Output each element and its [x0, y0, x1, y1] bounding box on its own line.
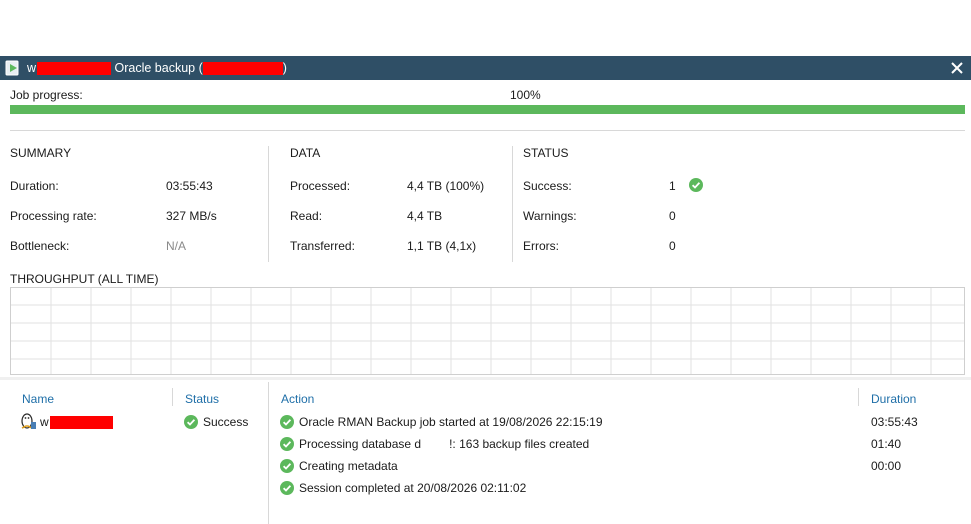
- column-header-status[interactable]: Status: [185, 392, 219, 406]
- processed-value: 4,4 TB (100%): [407, 179, 485, 193]
- log-action: Processing database d !: 163 backup files…: [299, 437, 589, 451]
- column-divider[interactable]: [172, 388, 173, 406]
- warnings-label: Warnings:: [523, 209, 577, 223]
- throughput-heading: THROUGHPUT (ALL TIME): [10, 272, 159, 286]
- processed-label: Processed:: [290, 179, 351, 193]
- bottleneck-value: N/A: [166, 239, 187, 253]
- log-duration: 00:00: [871, 459, 902, 473]
- section-divider: [268, 146, 269, 262]
- linux-server-icon: [21, 413, 36, 429]
- job-progress-label: Job progress:: [10, 88, 83, 102]
- object-status: Success: [203, 415, 249, 429]
- column-divider[interactable]: [858, 388, 859, 406]
- warnings-value: 0: [669, 209, 676, 223]
- bottleneck-label: Bottleneck:: [10, 239, 70, 253]
- status-heading: STATUS: [523, 146, 569, 160]
- success-value: 1: [669, 179, 676, 193]
- data-heading: DATA: [290, 146, 321, 160]
- processing-rate-value: 327 MB/s: [166, 209, 217, 223]
- log-row[interactable]: Session completed at 20/08/2026 02:11:02: [278, 478, 968, 498]
- log-duration: 01:40: [871, 437, 902, 451]
- log-action: Creating metadata: [299, 459, 398, 473]
- backup-job-icon: [5, 60, 19, 76]
- window-title-mid: Oracle backup (: [111, 61, 203, 75]
- log-row[interactable]: Oracle RMAN Backup job started at 19/08/…: [278, 412, 968, 432]
- column-header-action[interactable]: Action: [281, 392, 314, 406]
- success-check-icon: [689, 178, 703, 192]
- success-check-icon: [280, 459, 294, 473]
- job-progress-percent: 100%: [510, 88, 541, 102]
- object-name-prefix: w: [40, 415, 49, 429]
- processing-rate-label: Processing rate:: [10, 209, 97, 223]
- divider: [10, 130, 965, 131]
- pane-divider[interactable]: [268, 382, 269, 524]
- pane-splitter[interactable]: [0, 377, 971, 380]
- read-value: 4,4 TB: [407, 209, 443, 223]
- job-progress-fill: [10, 105, 965, 114]
- transferred-value: 1,1 TB (4,1x): [407, 239, 477, 253]
- success-label: Success:: [523, 179, 572, 193]
- column-header-duration[interactable]: Duration: [871, 392, 916, 406]
- redacted-block: [37, 62, 112, 76]
- log-duration: 03:55:43: [871, 415, 918, 429]
- success-check-icon: [280, 437, 294, 451]
- column-header-name[interactable]: Name: [22, 392, 54, 406]
- errors-value: 0: [669, 239, 676, 253]
- duration-label: Duration:: [10, 179, 59, 193]
- duration-value: 03:55:43: [166, 179, 213, 193]
- success-check-icon: [280, 415, 294, 429]
- window-title: w Oracle backup (): [27, 61, 287, 76]
- job-progress-bar: [10, 105, 965, 114]
- throughput-chart: [10, 287, 965, 375]
- log-row[interactable]: Creating metadata 00:00: [278, 456, 968, 476]
- object-name: w: [40, 415, 113, 430]
- table-row[interactable]: w Success: [18, 412, 264, 432]
- redacted-block: [202, 62, 283, 76]
- transferred-label: Transferred:: [290, 239, 355, 253]
- log-action-part: Processing database d: [299, 437, 422, 451]
- window-titlebar: w Oracle backup (): [0, 56, 971, 80]
- log-action: Oracle RMAN Backup job started at 19/08/…: [299, 415, 603, 429]
- summary-heading: SUMMARY: [10, 146, 72, 160]
- log-row[interactable]: Processing database d !: 163 backup files…: [278, 434, 968, 454]
- success-check-icon: [184, 415, 198, 429]
- section-divider: [512, 146, 513, 262]
- read-label: Read:: [290, 209, 323, 223]
- redacted-block: [49, 416, 113, 430]
- close-button[interactable]: [947, 57, 967, 79]
- window-title-suffix: ): [282, 61, 287, 75]
- errors-label: Errors:: [523, 239, 559, 253]
- log-action: Session completed at 20/08/2026 02:11:02: [299, 481, 527, 495]
- throughput-grid: [11, 288, 964, 374]
- close-icon: [951, 62, 963, 74]
- window-title-prefix: w: [27, 61, 37, 75]
- success-check-icon: [280, 481, 294, 495]
- log-action-part: !: 163 backup files created: [449, 437, 590, 451]
